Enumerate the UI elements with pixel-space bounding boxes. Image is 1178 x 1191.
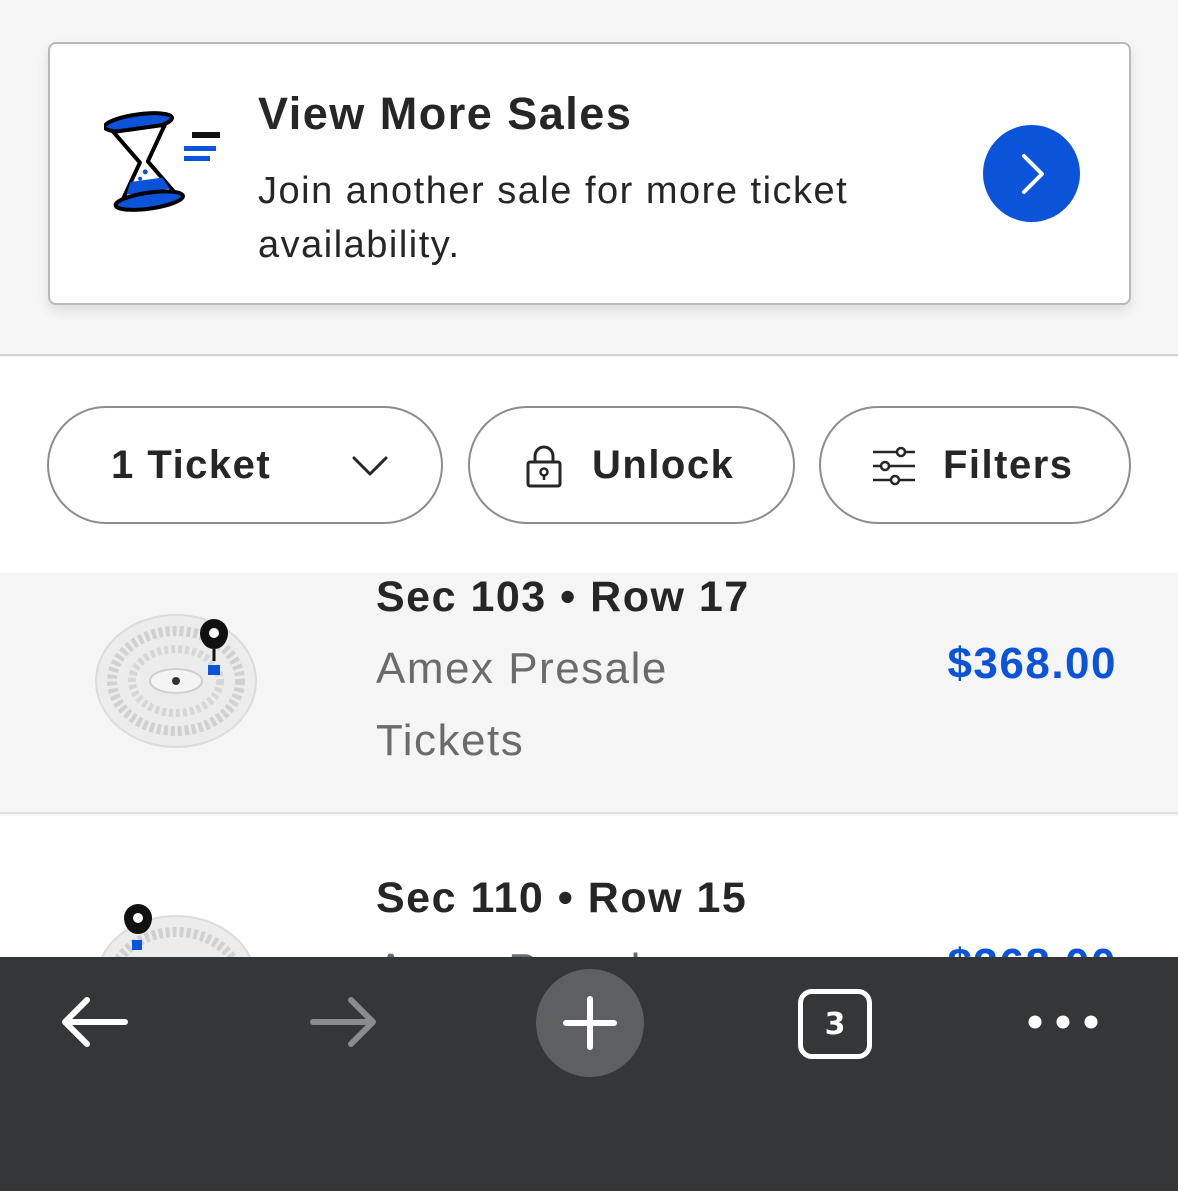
forward-arrow-icon	[310, 997, 376, 1047]
filter-bar: 1 Ticket Unlock Filters	[0, 357, 1178, 573]
lock-icon	[526, 445, 562, 488]
new-tab-button[interactable]	[536, 969, 644, 1077]
seat-map-thumbnail	[95, 614, 257, 748]
chevron-right-icon	[1021, 153, 1044, 194]
ticket-listing[interactable]: Sec 110 • Row 15 Amex Presale Tickets $3…	[0, 816, 1178, 958]
ticket-quantity-select[interactable]: 1 Ticket	[47, 406, 443, 524]
tabs-icon[interactable]: 3	[798, 989, 872, 1059]
ticket-listing[interactable]: Sec 103 • Row 17 Amex Presale Tickets $3…	[0, 573, 1178, 814]
ticket-quantity-label: 1 Ticket	[111, 442, 272, 487]
more-button[interactable]	[1020, 957, 1106, 1087]
promo-subtitle: Join another sale for more ticket availa…	[258, 170, 849, 266]
promo-arrow-button[interactable]	[983, 125, 1080, 222]
unlock-button[interactable]: Unlock	[468, 406, 795, 524]
browser-toolbar: 3	[0, 957, 1178, 1191]
ticket-price: $368.00	[947, 639, 1117, 688]
filters-button[interactable]: Filters	[819, 406, 1131, 524]
seat-map-thumbnail	[100, 904, 252, 958]
unlock-label: Unlock	[592, 442, 735, 487]
chevron-down-icon	[352, 456, 388, 476]
ticket-type: Amex Presale Tickets	[376, 934, 756, 958]
ticket-price: $368.00	[947, 940, 1117, 958]
sliders-icon	[873, 446, 915, 486]
hourglass-icon	[104, 111, 220, 212]
filters-label: Filters	[943, 442, 1074, 487]
plus-icon	[563, 996, 617, 1050]
section-row: Sec 103 • Row 17	[376, 573, 750, 621]
back-button[interactable]	[50, 957, 140, 1087]
promo-title: View More Sales	[258, 88, 633, 139]
forward-button[interactable]	[298, 957, 388, 1087]
section-row: Sec 110 • Row 15	[376, 874, 748, 922]
back-arrow-icon	[62, 997, 128, 1047]
more-dots-icon	[1028, 1015, 1098, 1029]
ticket-type: Amex Presale Tickets	[376, 644, 668, 765]
promo-area: View More Sales Join another sale for mo…	[0, 0, 1178, 356]
